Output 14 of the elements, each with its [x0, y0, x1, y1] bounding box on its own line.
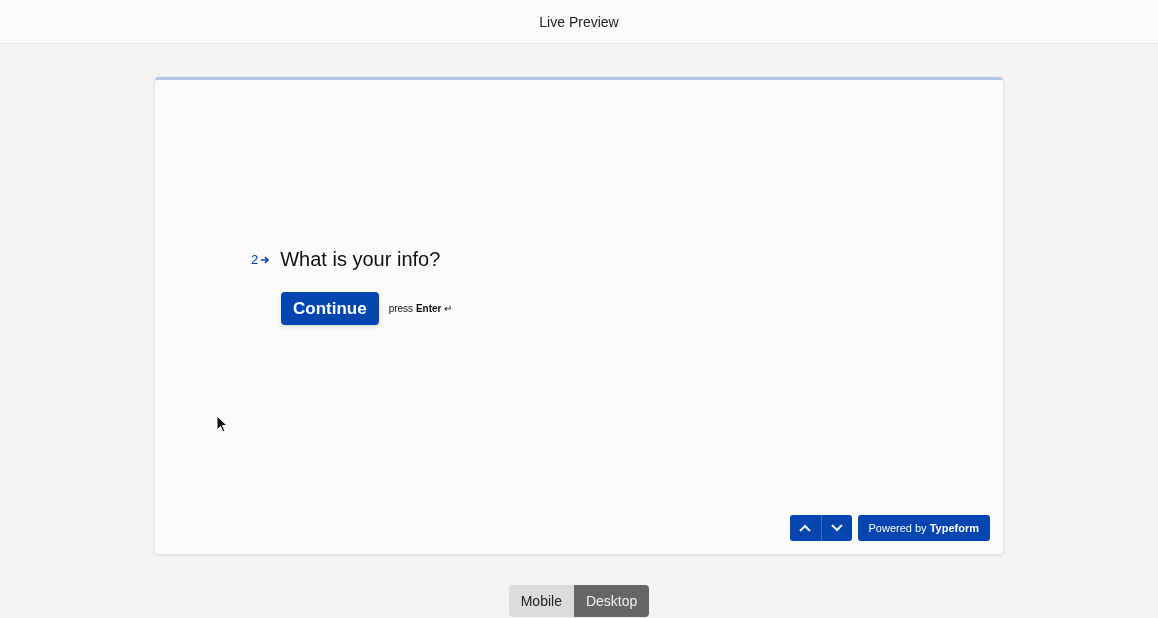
chevron-up-icon — [799, 524, 812, 532]
view-toggle-button[interactable]: Mobile — [508, 585, 574, 617]
continue-button[interactable]: Continue — [281, 292, 379, 325]
question-text: What is your info? — [280, 248, 441, 271]
next-button[interactable] — [820, 515, 852, 541]
question-number: 2 — [251, 252, 259, 267]
chevron-down-icon — [830, 524, 843, 532]
page-title: Live Preview — [539, 13, 619, 30]
previous-button[interactable] — [789, 515, 821, 541]
arrow-icon — [260, 254, 271, 265]
enter-hint: press Enter ↵ — [388, 303, 453, 314]
powered-by-link[interactable]: Powered by Typeform — [857, 515, 990, 541]
mouse-pointer-icon — [216, 415, 228, 433]
view-toggle-button[interactable]: Desktop — [573, 585, 650, 617]
